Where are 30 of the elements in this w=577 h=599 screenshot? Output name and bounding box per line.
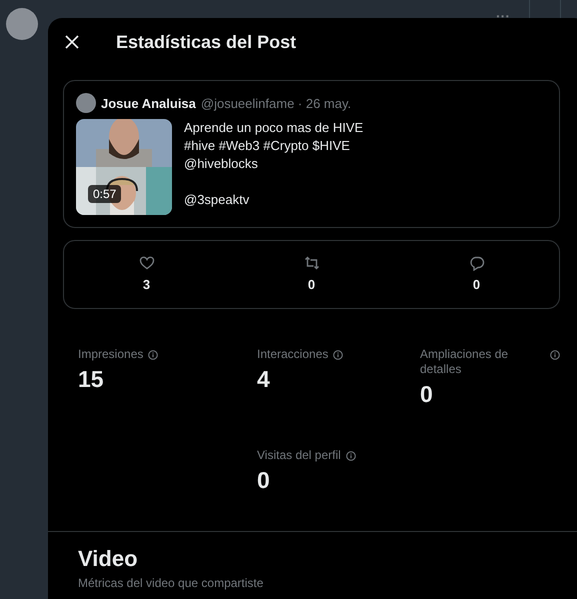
post-text: @hiveblocks [184, 155, 259, 173]
repost-icon[interactable] [304, 255, 320, 271]
author-name: Josue Analuisa [101, 96, 196, 110]
post-text: #hive #Web3 #Crypto $HIVE [184, 137, 351, 155]
video-duration: 0:57 [88, 185, 122, 203]
metric-value: 15 [78, 366, 105, 393]
engagement-count: 0 [472, 277, 480, 292]
post-text: Aprende un poco mas de HIVE [184, 119, 364, 137]
dialog-title: Estadísticas del Post [116, 32, 296, 52]
metric-label: Ampliaciones de detalles [420, 347, 510, 377]
metric-value: 4 [257, 366, 271, 393]
metric-value: 0 [420, 381, 434, 408]
info-icon[interactable] [148, 350, 158, 360]
avatar[interactable] [6, 8, 38, 40]
post-text: @3speaktv [184, 191, 250, 209]
info-icon[interactable] [333, 350, 344, 360]
engagement-count: 0 [308, 277, 316, 292]
section-subtitle: Métricas del video que compartiste [78, 576, 264, 590]
info-icon[interactable] [550, 350, 560, 360]
metric-label: Impresiones [78, 347, 144, 362]
section-title: Video [78, 546, 139, 572]
metric-value: 0 [257, 467, 271, 494]
avatar [76, 93, 96, 113]
info-icon[interactable] [346, 451, 356, 461]
heart-icon[interactable] [138, 255, 154, 271]
author-handle: @josueelinfame · 26 may. [200, 96, 352, 110]
reply-icon[interactable] [468, 255, 484, 271]
metric-label: Interacciones [257, 347, 328, 362]
engagement-count: 3 [142, 277, 150, 292]
metric-label: Visitas del perfil [257, 448, 341, 463]
